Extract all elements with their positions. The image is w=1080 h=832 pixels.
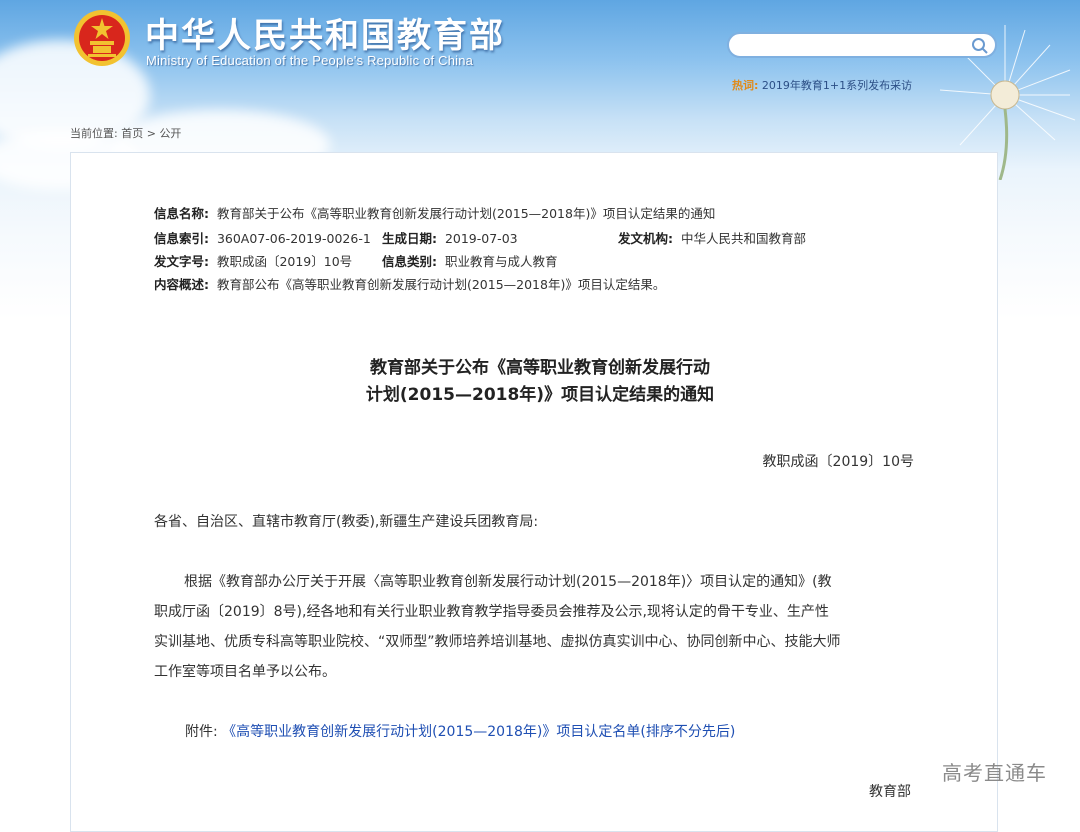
breadcrumb-separator: > [146,127,156,140]
meta-name-row: 信息名称: 教育部关于公布《高等职业教育创新发展行动计划(2015—2018年)… [154,203,715,222]
body-line: 职成厅函〔2019〕8号),经各地和有关行业职业教育教学指导委员会推荐及公示,现… [154,604,829,620]
search-box [727,32,997,58]
document-salutation: 各省、自治区、直辖市教育厅(教委),新疆生产建设兵团教育局: [154,514,539,530]
national-emblem-icon [74,10,130,66]
hot-words: 热词: 2019年教育1+1系列发布采访 [732,77,912,93]
meta-date-row: 生成日期: 2019-07-03 [382,228,518,247]
hot-words-label: 热词: [732,79,759,92]
breadcrumb-home-link[interactable]: 首页 [121,127,143,140]
meta-index-row: 信息索引: 360A07-06-2019-0026-1 [154,228,371,247]
document-number: 教职成函〔2019〕10号 [762,454,914,470]
breadcrumb: 当前位置: 首页 > 公开 [70,125,181,141]
meta-docno-label: 发文字号: [154,254,209,269]
meta-date-label: 生成日期: [382,231,437,246]
watermark-text: 高考直通车 [942,761,1047,785]
meta-category-label: 信息类别: [382,254,437,269]
hot-words-link[interactable]: 2019年教育1+1系列发布采访 [762,79,912,92]
meta-index-label: 信息索引: [154,231,209,246]
meta-docno-value: 教职成函〔2019〕10号 [216,254,353,269]
meta-name-value: 教育部关于公布《高等职业教育创新发展行动计划(2015—2018年)》项目认定结… [216,206,716,221]
search-icon[interactable] [971,37,989,55]
document-signer: 教育部 [869,784,911,800]
site-title: 中华人民共和国教育部 [145,16,505,56]
meta-name-label: 信息名称: [154,206,209,221]
body-line: 实训基地、优质专科高等职业院校、“双师型”教师培养培训基地、虚拟仿真实训中心、协… [154,634,841,650]
meta-category-value: 职业教育与成人教育 [444,254,558,269]
attachment-label: 附件: [185,724,218,740]
meta-org-row: 发文机构: 中华人民共和国教育部 [618,228,806,247]
body-line: 工作室等项目名单予以公布。 [154,664,336,680]
document-title-line1: 教育部关于公布《高等职业教育创新发展行动 [370,358,710,378]
attachment-link[interactable]: 《高等职业教育创新发展行动计划(2015—2018年)》项目认定名单(排序不分先… [222,724,735,740]
meta-summary-row: 内容概述: 教育部公布《高等职业教育创新发展行动计划(2015—2018年)》项… [154,274,665,293]
meta-index-value: 360A07-06-2019-0026-1 [216,231,371,246]
breadcrumb-current[interactable]: 公开 [159,127,181,140]
meta-summary-label: 内容概述: [154,277,209,292]
breadcrumb-prefix: 当前位置: [70,127,118,140]
site-subtitle: Ministry of Education of the People's Re… [146,53,474,68]
meta-summary-value: 教育部公布《高等职业教育创新发展行动计划(2015—2018年)》项目认定结果。 [216,277,666,292]
document-title-line2: 计划(2015—2018年)》项目认定结果的通知 [365,385,715,405]
body-line: 根据《教育部办公厅关于开展〈高等职业教育创新发展行动计划(2015—2018年)… [184,574,832,590]
attachment-row: 附件: 《高等职业教育创新发展行动计划(2015—2018年)》项目认定名单(排… [185,721,735,741]
meta-date-value: 2019-07-03 [444,231,518,246]
search-input[interactable] [739,34,973,56]
meta-category-row: 信息类别: 职业教育与成人教育 [382,251,557,270]
meta-org-value: 中华人民共和国教育部 [680,231,806,246]
meta-docno-row: 发文字号: 教职成函〔2019〕10号 [154,251,352,270]
meta-org-label: 发文机构: [618,231,673,246]
